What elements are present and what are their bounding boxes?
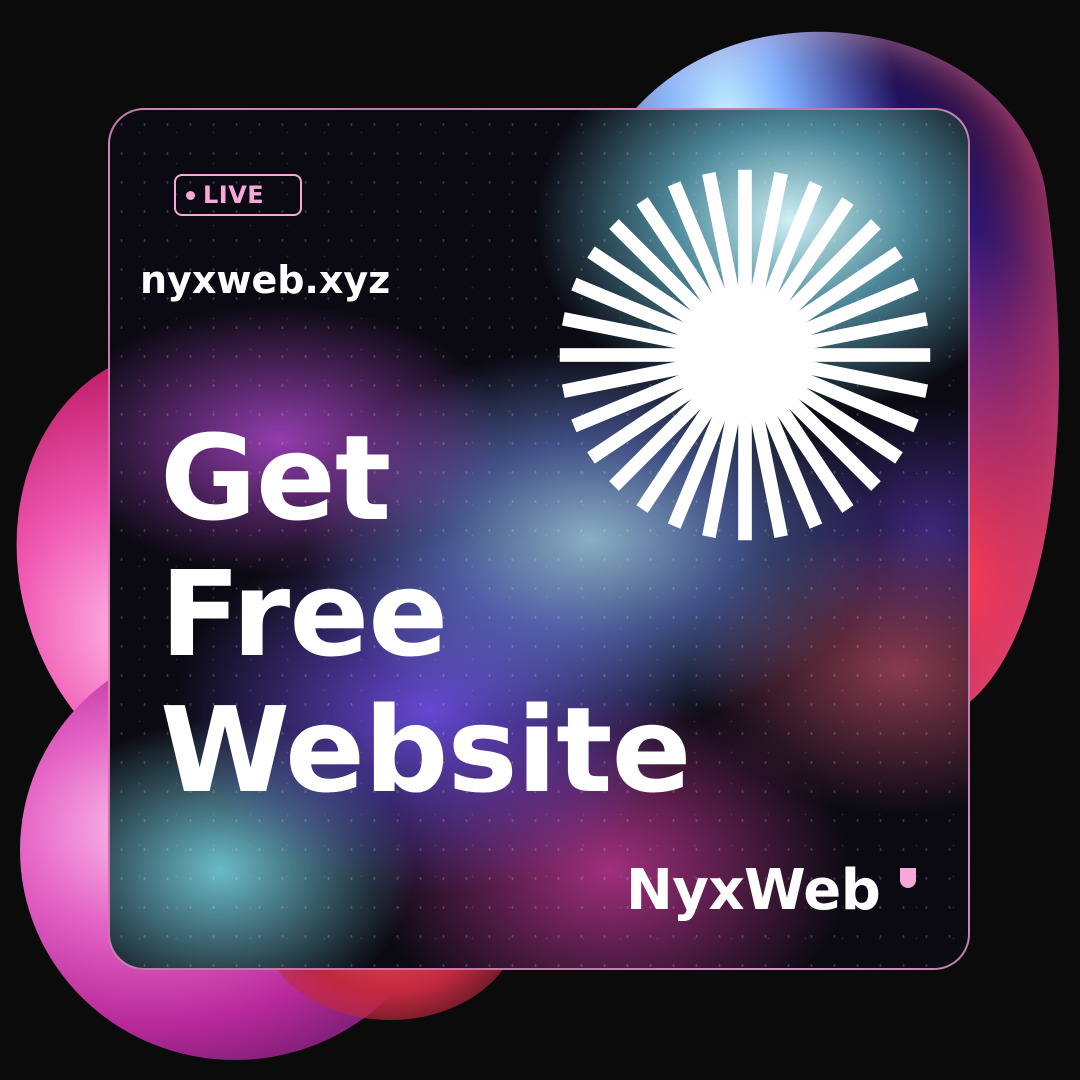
brand-mark-icon [900, 868, 916, 888]
site-domain: nyxweb.xyz [140, 258, 391, 302]
sunburst-ray [738, 394, 752, 541]
sunburst-ray [738, 169, 752, 316]
sunburst-ray [559, 348, 706, 362]
live-badge: LIVE [174, 174, 302, 216]
live-dot-icon [186, 190, 195, 200]
headline-line-3: Website [160, 681, 692, 819]
headline-line-1: Get [160, 409, 391, 547]
promo-canvas: LIVE nyxweb.xyz Get Free Website NyxWeb [0, 0, 1080, 1080]
headline-line-2: Free [160, 545, 448, 683]
sunburst-ray [784, 348, 931, 362]
brand-name: NyxWeb [626, 858, 881, 923]
glass-card: LIVE nyxweb.xyz Get Free Website NyxWeb [108, 108, 970, 970]
live-badge-label: LIVE [203, 181, 265, 209]
headline: Get Free Website [160, 409, 692, 819]
